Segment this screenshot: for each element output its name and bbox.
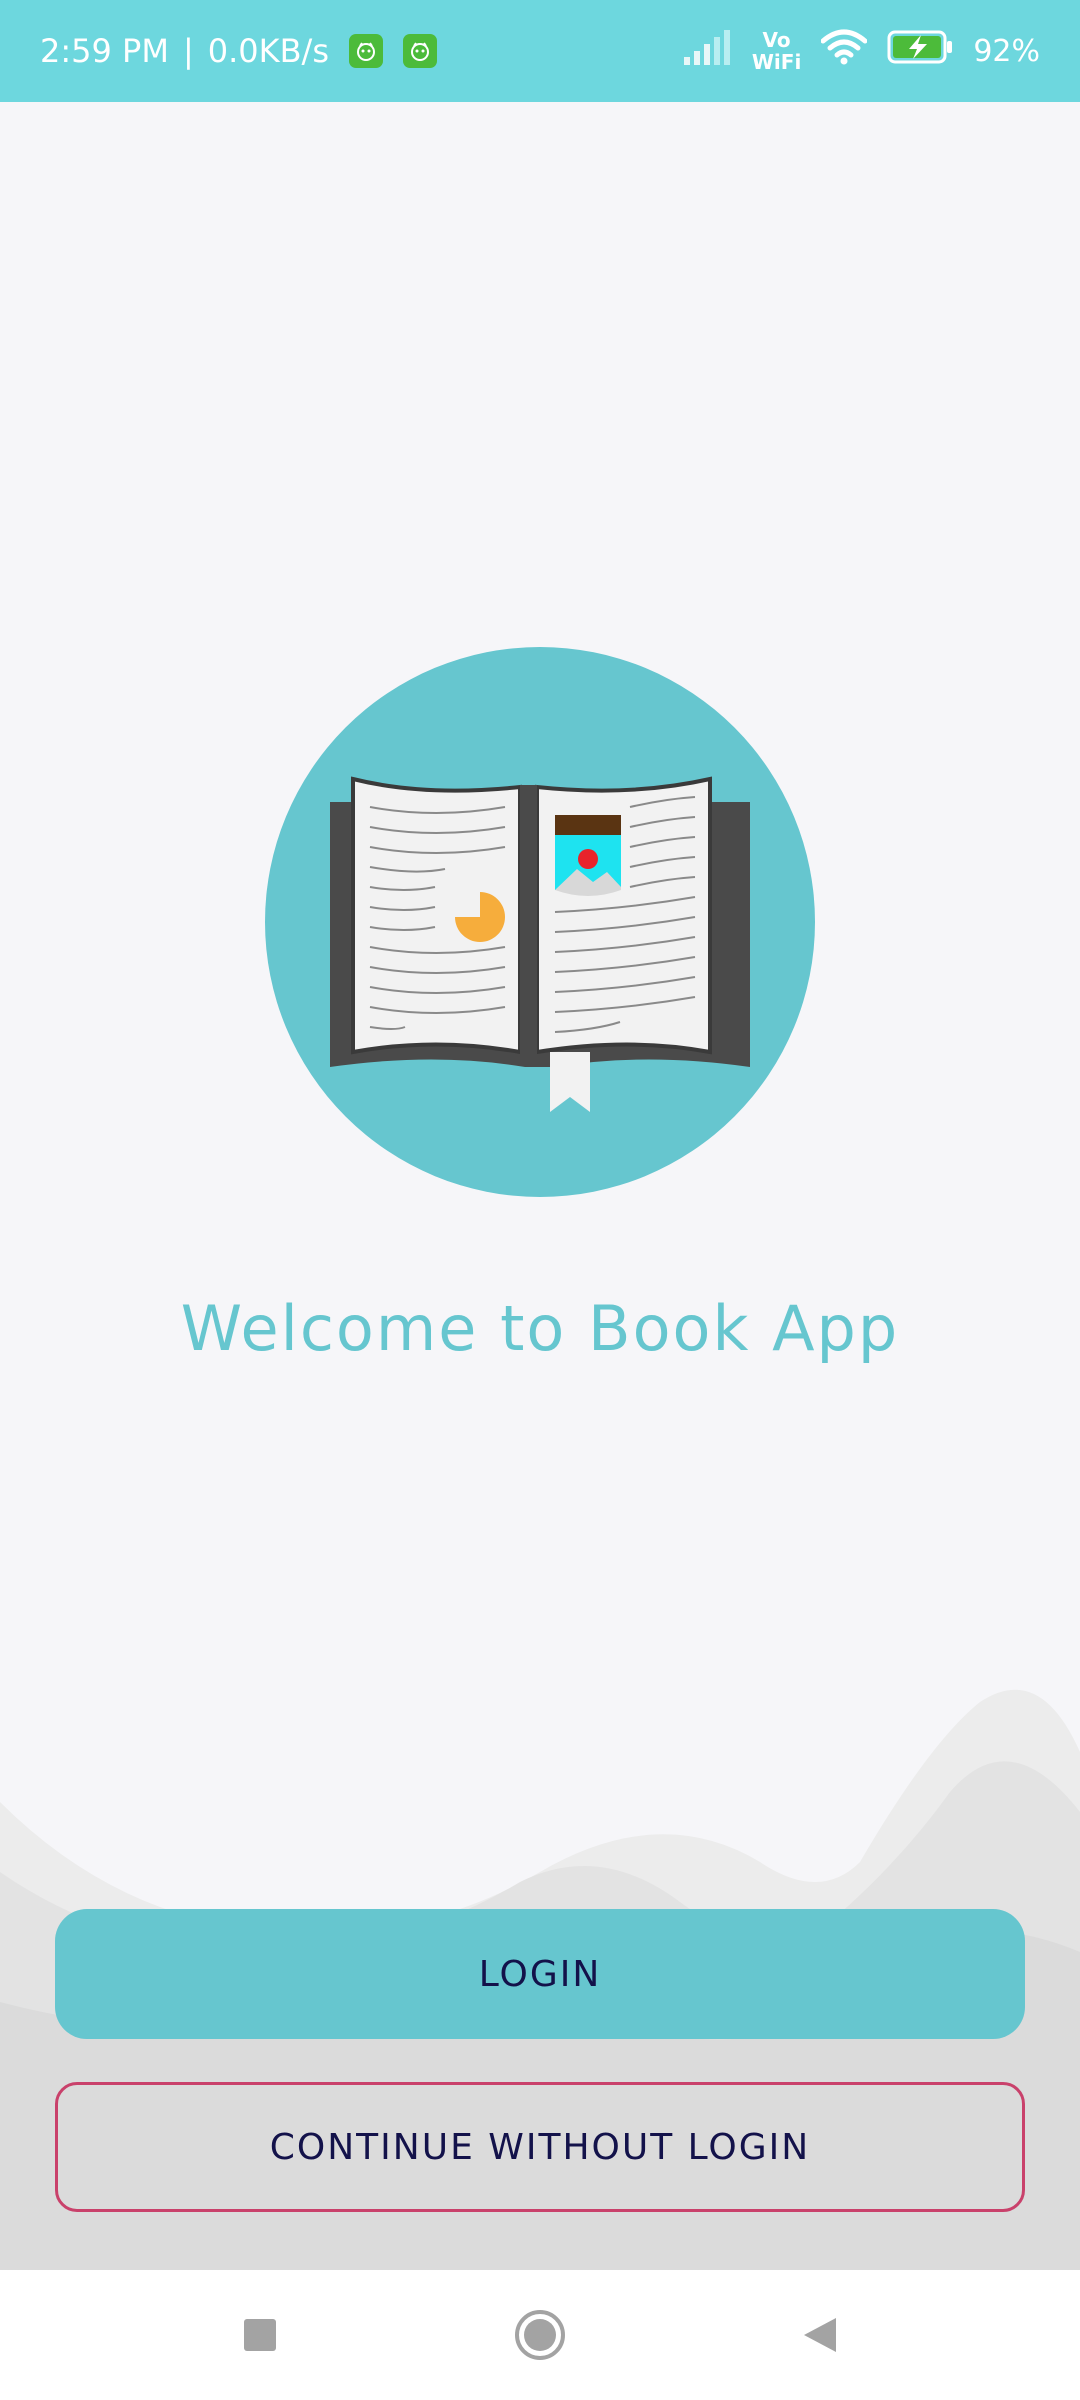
network-speed: 0.0KB/s [207, 32, 329, 70]
wifi-label: WiFi [751, 50, 802, 74]
vo-label: Vo [762, 28, 791, 52]
signal-icon [682, 29, 732, 73]
back-icon[interactable] [780, 2295, 860, 2375]
battery-charging-icon [887, 30, 953, 72]
continue-without-login-button[interactable]: CONTINUE WITHOUT LOGIN [55, 2082, 1025, 2212]
status-bar: 2:59 PM | 0.0KB/s Vo WiFi 92% [0, 0, 1080, 102]
vowifi-icon: Vo WiFi [752, 29, 801, 73]
main-content: Welcome to Book App LOGIN CONTINUE WITHO… [0, 102, 1080, 2270]
status-time: 2:59 PM [40, 32, 169, 70]
navigation-bar [0, 2270, 1080, 2400]
welcome-title: Welcome to Book App [180, 1292, 900, 1365]
login-button[interactable]: LOGIN [55, 1909, 1025, 2039]
battery-percent: 92% [973, 33, 1040, 69]
wifi-icon [820, 29, 868, 73]
recent-apps-icon[interactable] [220, 2295, 300, 2375]
home-icon[interactable] [500, 2295, 580, 2375]
status-left: 2:59 PM | 0.0KB/s [40, 32, 437, 70]
status-separator: | [182, 32, 194, 70]
status-right: Vo WiFi 92% [682, 29, 1040, 73]
app-notification-icon [349, 34, 383, 68]
app-notification-icon [403, 34, 437, 68]
open-book-icon [265, 647, 815, 1197]
